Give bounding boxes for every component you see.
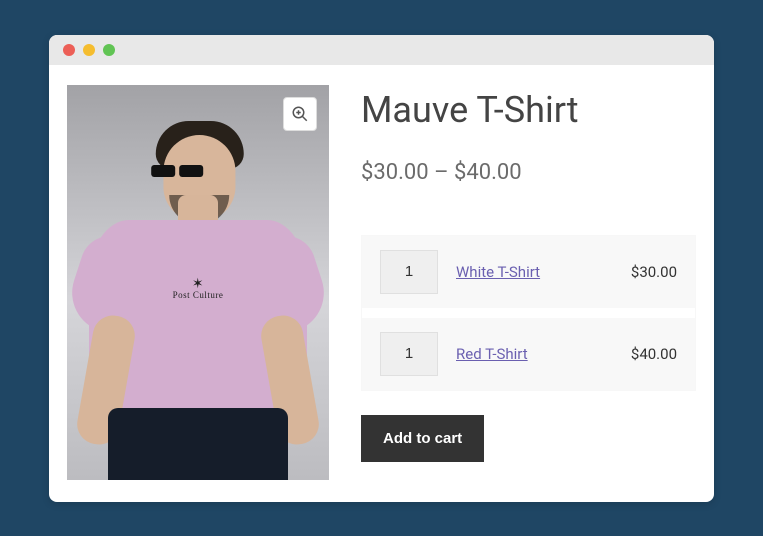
product-image[interactable]: ✶ Post Culture: [67, 85, 329, 480]
bundle-item-price: $30.00: [631, 263, 677, 281]
tshirt-print: ✶ Post Culture: [173, 280, 224, 300]
price-range: $30.00 – $40.00: [361, 160, 696, 185]
quantity-input[interactable]: [380, 332, 438, 376]
add-to-cart-button[interactable]: Add to cart: [361, 415, 484, 462]
product-title: Mauve T-Shirt: [361, 89, 696, 132]
bundle-item-link[interactable]: White T-Shirt: [456, 263, 613, 281]
product-page: ✶ Post Culture Mauve T-Shirt $30.00 – $4…: [49, 65, 714, 502]
window-minimize-icon[interactable]: [83, 44, 95, 56]
bundle-row: Red T-Shirt $40.00: [362, 318, 695, 390]
bundle-table: White T-Shirt $30.00 Red T-Shirt $40.00: [361, 235, 696, 391]
window-close-icon[interactable]: [63, 44, 75, 56]
browser-window: ✶ Post Culture Mauve T-Shirt $30.00 – $4…: [49, 35, 714, 502]
browser-titlebar: [49, 35, 714, 65]
bundle-row: White T-Shirt $30.00: [362, 236, 695, 308]
magnify-plus-icon: [291, 105, 309, 123]
quantity-input[interactable]: [380, 250, 438, 294]
bundle-item-link[interactable]: Red T-Shirt: [456, 345, 613, 363]
bundle-item-price: $40.00: [631, 345, 677, 363]
window-maximize-icon[interactable]: [103, 44, 115, 56]
product-info: Mauve T-Shirt $30.00 – $40.00 White T-Sh…: [361, 85, 696, 480]
zoom-button[interactable]: [283, 97, 317, 131]
